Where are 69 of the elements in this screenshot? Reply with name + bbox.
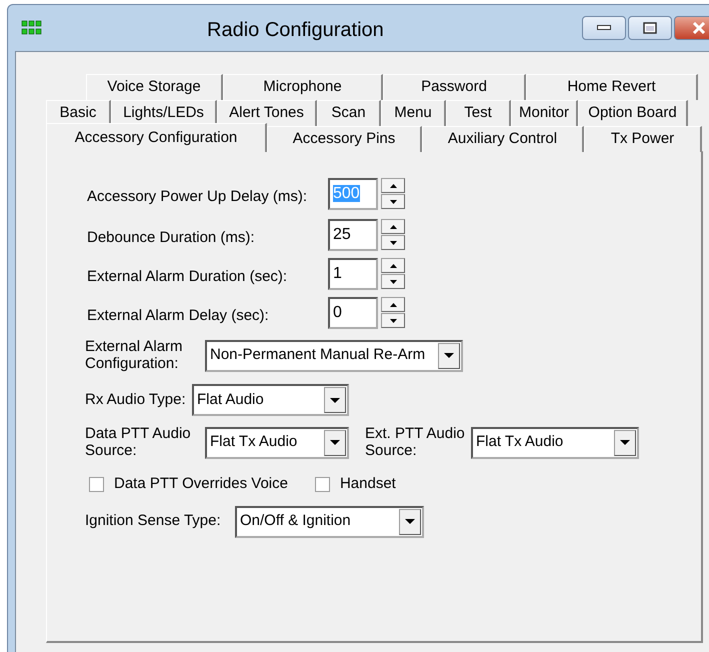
caret-icon — [330, 440, 340, 445]
dropdown-button[interactable] — [399, 508, 421, 534]
dropdown[interactable]: On/Off & Ignition — [235, 506, 424, 538]
field-label: External Alarm Duration (sec): — [87, 266, 288, 287]
maximize-icon — [643, 22, 657, 34]
spin-down-button[interactable] — [381, 194, 405, 209]
tab[interactable]: Voice Storage — [86, 74, 223, 100]
tab[interactable]: Menu — [381, 100, 446, 126]
spin-down-button[interactable] — [381, 274, 405, 289]
field-label: Debounce Duration (ms): — [87, 228, 256, 248]
spin-up-button[interactable] — [381, 258, 405, 273]
down-arrow-icon — [390, 240, 396, 244]
tab[interactable]: Home Revert — [526, 74, 698, 100]
caret-icon — [330, 398, 340, 402]
up-arrow-icon — [390, 184, 396, 188]
up-arrow-icon — [390, 302, 396, 306]
field-label: External Alarm Configuration: — [85, 339, 184, 372]
dropdown[interactable]: Flat Tx Audio — [471, 426, 639, 458]
close-icon — [692, 22, 706, 34]
spin-down-button[interactable] — [381, 313, 405, 328]
number-field[interactable]: 25 — [328, 219, 378, 251]
close-button[interactable] — [674, 16, 709, 40]
dropdown-button[interactable] — [614, 430, 636, 456]
dropdown-button[interactable] — [438, 342, 460, 368]
tab[interactable]: Alert Tones — [217, 100, 317, 126]
tab[interactable]: Option Board — [578, 100, 688, 126]
window-title: Radio Configuration — [207, 18, 384, 43]
field-label: Data PTT Audio Source: — [85, 426, 192, 459]
field-label: Ignition Sense Type: — [85, 511, 222, 532]
tab[interactable]: Scan — [317, 100, 381, 126]
field-label: Accessory Power Up Delay (ms): — [87, 186, 308, 207]
tab[interactable]: Monitor — [511, 100, 578, 126]
dropdown[interactable]: Flat Tx Audio — [205, 426, 349, 458]
caret-icon — [620, 440, 630, 445]
tab[interactable]: Accessory Pins — [267, 126, 422, 152]
number-field[interactable]: 0 — [328, 297, 378, 329]
checkbox[interactable] — [89, 476, 104, 492]
checkbox-label[interactable]: Handset — [340, 473, 396, 496]
spin-up-button[interactable] — [381, 297, 405, 312]
minimize-button[interactable] — [582, 16, 626, 40]
dropdown[interactable]: Non-Permanent Manual Re-Arm — [205, 340, 463, 372]
number-field[interactable]: 1 — [328, 258, 378, 290]
checkbox[interactable] — [314, 476, 330, 492]
dropdown-button[interactable] — [324, 387, 346, 413]
field-label: External Alarm Delay (sec): — [87, 306, 270, 326]
spin-up-button[interactable] — [381, 178, 405, 193]
tab[interactable]: Tx Power — [584, 126, 702, 152]
field-label: Rx Audio Type: — [85, 390, 187, 410]
up-arrow-icon — [390, 264, 396, 268]
tab[interactable]: Test — [446, 100, 511, 126]
tab[interactable]: Auxiliary Control — [422, 126, 584, 152]
dropdown[interactable]: Flat Audio — [192, 384, 349, 416]
maximize-button[interactable] — [628, 16, 672, 40]
tab[interactable]: Accessory Configuration — [46, 123, 267, 152]
down-arrow-icon — [390, 318, 396, 322]
up-arrow-icon — [390, 224, 396, 228]
tab[interactable]: Microphone — [223, 74, 383, 100]
dropdown-button[interactable] — [324, 430, 346, 456]
caret-icon — [444, 353, 454, 358]
caret-icon — [405, 519, 415, 524]
down-arrow-icon — [390, 280, 396, 284]
field-label: Ext. PTT Audio Source: — [365, 426, 466, 459]
down-arrow-icon — [390, 200, 396, 204]
spin-down-button[interactable] — [381, 235, 405, 250]
minimize-icon — [597, 25, 611, 31]
checkbox-label[interactable]: Data PTT Overrides Voice — [114, 473, 288, 496]
spin-up-button[interactable] — [381, 219, 405, 234]
tab[interactable]: Password — [383, 74, 526, 100]
app-icon — [21, 20, 43, 36]
